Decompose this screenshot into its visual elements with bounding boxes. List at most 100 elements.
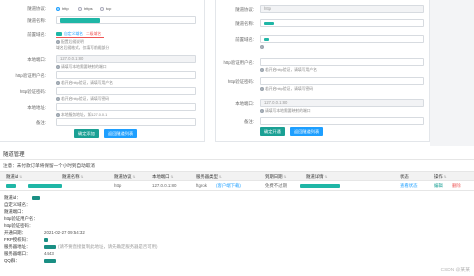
col-tunnel-id[interactable]: 隧道id⇅: [6, 174, 22, 180]
protocol-radio-http[interactable]: http: [56, 6, 69, 11]
domain-label: 前置域名:: [235, 37, 254, 42]
info-icon: i: [260, 45, 264, 49]
local-port-hint: i 请填写本地需要映射的端口: [56, 65, 107, 69]
redaction: [28, 184, 62, 188]
local-port-hint: i 请填写本地需要映射的端口: [260, 109, 311, 113]
detail-qq-group: QQ群：: [4, 258, 20, 263]
tunnel-name-label: 隧道名称:: [27, 18, 46, 23]
col-tunnel-name[interactable]: 隧道名称⇅: [62, 174, 84, 180]
http-pass-label: http验证密码:: [19, 89, 46, 94]
notice-text: 注意：未付款订单将保留一个小时到自动取消: [3, 163, 95, 168]
tunnel-name-label: 隧道名称:: [235, 21, 254, 26]
table-row: http 127.0.0.1:80 ftgrok (客户端下载) 免费不过期 查…: [0, 181, 474, 191]
delete-link[interactable]: 删除: [452, 183, 461, 189]
col-local-port[interactable]: 本地端口⇅: [152, 174, 174, 180]
row-server: ftgrok: [196, 183, 207, 188]
detail-server-port: 服务器端口： 4443: [4, 251, 54, 256]
http-pass-hint: i 若开启http验证，请填写密码: [260, 87, 314, 91]
local-addr-label: 本地地址:: [27, 105, 46, 110]
http-pass-label: http验证密码:: [227, 79, 254, 84]
redaction: [264, 22, 274, 25]
confirm-open-button[interactable]: 确定开通: [260, 127, 285, 136]
http-user-input[interactable]: [56, 71, 196, 79]
protocol-radio-tcp[interactable]: tcp: [100, 6, 111, 11]
remark-input[interactable]: [56, 118, 196, 126]
open-tunnel-form: 隧道协议: http 隧道名称: 前置域名: i http验证用户名: i 若开启…: [215, 0, 430, 142]
domain-input[interactable]: [260, 35, 424, 43]
tunnel-name-input[interactable]: [260, 19, 424, 27]
client-download-link[interactable]: (客户端下载): [216, 183, 241, 189]
domain-hint: i: [260, 45, 265, 49]
info-icon: i: [56, 65, 60, 69]
col-server-type[interactable]: 服务器类型⇅: [196, 174, 222, 180]
http-user-label: http验证用户名:: [15, 73, 47, 78]
view-status-link[interactable]: 查看状态: [400, 183, 418, 189]
edit-link[interactable]: 编辑: [434, 183, 443, 189]
protocol-label: 隧道协议:: [27, 6, 46, 11]
local-port-input[interactable]: 127.0.0.1:80: [260, 99, 424, 107]
divider: [0, 159, 474, 160]
domain-hint: 域名后缀格式，仅填写前缀部分: [56, 46, 110, 50]
redaction: [44, 259, 56, 263]
radio-selected-icon: [56, 6, 60, 11]
table-header: 隧道id⇅ 隧道名称⇅ 隧道协议⇅ 本地端口⇅ 服务器类型⇅ 到期日期⇅ 隧道详…: [0, 171, 474, 181]
http-user-label: http验证用户名:: [223, 60, 255, 65]
detail-frp-auth: FRP授权码：: [4, 237, 31, 242]
local-port-input[interactable]: 127.0.0.1:80: [56, 55, 196, 63]
add-tunnel-form: 隧道协议: http https tcp 隧道名称: 前置域名: 自定义域名 二…: [0, 0, 205, 142]
col-tunnel-detail[interactable]: 隧道详情⇅: [306, 174, 328, 180]
detail-http-pass: http验证密码：: [4, 223, 34, 228]
info-icon: i: [56, 81, 60, 85]
redaction: [264, 38, 269, 41]
redaction: [60, 18, 100, 23]
detail-tunnel-id: 隧道id：: [4, 195, 21, 200]
remark-label: 备注:: [243, 119, 254, 124]
row-protocol: http: [114, 183, 122, 188]
col-protocol[interactable]: 隧道协议⇅: [114, 174, 136, 180]
http-pass-input[interactable]: [260, 77, 424, 85]
local-addr-input[interactable]: [56, 103, 196, 111]
redaction: [6, 184, 16, 188]
detail-open-date: 开通日期： 2021-02-27 09:54:32: [4, 230, 85, 235]
redaction: [44, 238, 48, 242]
protocol-radio-https[interactable]: https: [78, 6, 93, 11]
protocol-label: 隧道协议:: [235, 7, 254, 12]
detail-http-user: http验证用户名：: [4, 216, 38, 221]
row-local-port: 127.0.0.1:80: [152, 183, 177, 188]
col-expire-date[interactable]: 到期日期⇅: [265, 174, 287, 180]
http-pass-hint: i 若开启http验证，请填写密码: [56, 97, 110, 101]
http-user-hint: i 若开启http验证，请填写用户名: [56, 81, 113, 85]
local-port-label: 本地端口:: [235, 101, 254, 106]
redaction: [44, 245, 56, 249]
section-title: 隧道管理: [3, 152, 25, 158]
redaction: [300, 184, 340, 188]
info-icon: i: [260, 87, 264, 91]
redaction: [56, 32, 62, 36]
detail-custom-domain: 自定义域名：: [4, 202, 31, 207]
info-icon: i: [260, 68, 264, 72]
http-pass-input[interactable]: [56, 87, 196, 95]
confirm-add-button[interactable]: 确定添加: [74, 129, 99, 138]
page-gutter: [430, 0, 474, 146]
col-status[interactable]: 状态: [400, 174, 409, 180]
back-to-list-button[interactable]: 返回隧道列表: [104, 129, 138, 138]
watermark: CSDN @某某: [440, 268, 470, 273]
red-underline: [56, 37, 104, 38]
info-icon: i: [56, 40, 60, 44]
detail-server-addr: 服务器地址： (请不要直接复制此地址，请先确定服务器是否可用): [4, 244, 158, 249]
domain-label: 前置域名:: [27, 32, 46, 37]
col-actions[interactable]: 操作⇅: [434, 174, 447, 180]
radio-icon: [78, 6, 82, 11]
radio-icon: [100, 6, 104, 11]
protocol-input[interactable]: http: [260, 5, 424, 13]
info-icon: i: [56, 97, 60, 101]
back-to-list-button[interactable]: 返回隧道列表: [290, 127, 324, 136]
remark-input[interactable]: [260, 117, 424, 125]
http-user-hint: i 若开启http验证，请填写用户名: [260, 68, 317, 72]
info-icon: i: [260, 109, 264, 113]
domain-tip: i 配置后缀说明: [56, 40, 84, 44]
detail-tunnel-port: 隧道端口：: [4, 209, 26, 214]
local-port-label: 本地端口:: [27, 57, 46, 62]
http-user-input[interactable]: [260, 58, 424, 66]
info-icon: i: [56, 113, 60, 117]
